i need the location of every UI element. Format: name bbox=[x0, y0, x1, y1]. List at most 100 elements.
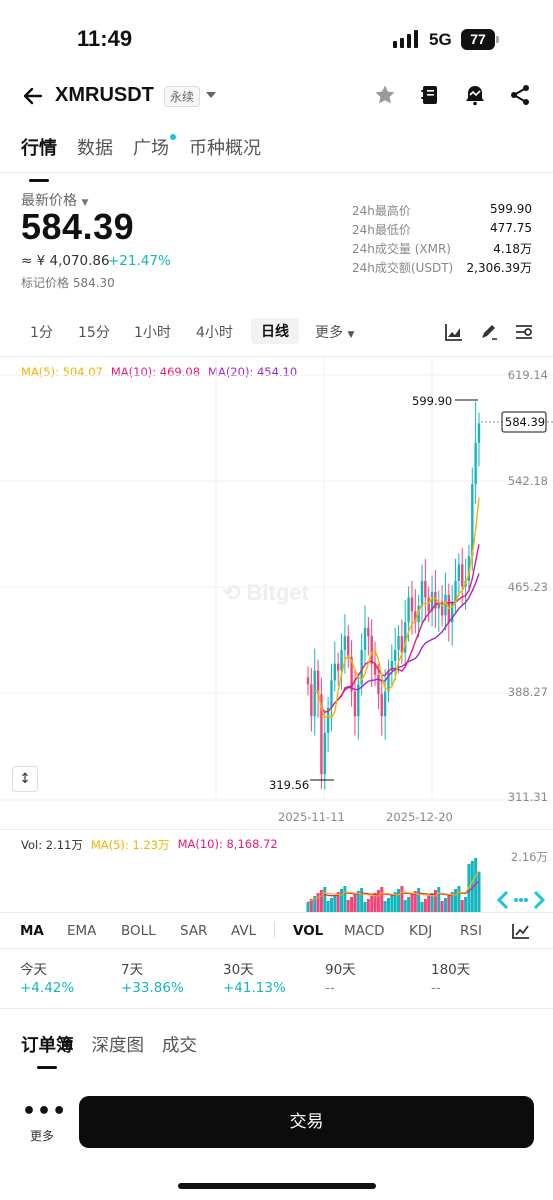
volume-bar bbox=[323, 887, 327, 912]
candle-body bbox=[370, 636, 373, 664]
perf-value: -- bbox=[325, 980, 335, 996]
perf-value: +33.86% bbox=[121, 980, 184, 996]
volume-bar bbox=[427, 896, 431, 912]
favorite-star-icon[interactable] bbox=[373, 83, 397, 107]
chart-settings-icon[interactable] bbox=[514, 322, 534, 342]
indicator-boll[interactable]: BOLL bbox=[121, 923, 156, 939]
perf-key: 30天 bbox=[223, 962, 254, 978]
y-axis-tick: 619.14 bbox=[507, 368, 548, 382]
back-arrow-icon[interactable] bbox=[21, 84, 45, 108]
candle-body bbox=[424, 580, 427, 598]
interval-1h[interactable]: 1小时 bbox=[134, 322, 171, 342]
watermark-logo: ⟲ Bitget bbox=[222, 580, 309, 606]
trade-button[interactable]: 交易 bbox=[79, 1096, 534, 1148]
candle-body bbox=[363, 627, 367, 650]
stat-key: 24h成交量 (XMR) bbox=[352, 242, 451, 256]
live-indicator-icon[interactable] bbox=[496, 888, 546, 912]
volume-bar bbox=[457, 886, 461, 912]
stat-row: 24h最高价 599.90 bbox=[352, 202, 532, 221]
candle-body bbox=[377, 674, 380, 695]
drawing-pen-icon[interactable] bbox=[479, 322, 499, 342]
candle-body bbox=[457, 564, 461, 581]
vertical-scale-icon[interactable]: ↕ bbox=[12, 766, 38, 792]
notebook-icon[interactable] bbox=[418, 83, 442, 107]
indicator-kdj[interactable]: KDJ bbox=[409, 923, 432, 939]
candle-body bbox=[427, 597, 430, 612]
candle-body bbox=[340, 649, 343, 671]
volume-bar bbox=[316, 893, 320, 912]
tab-trades[interactable]: 成交 bbox=[162, 1032, 197, 1057]
interval-1m[interactable]: 1分 bbox=[30, 322, 53, 342]
volume-bar bbox=[403, 900, 407, 912]
tab-coin-overview[interactable]: 币种概况 bbox=[189, 134, 261, 170]
volume-bar bbox=[390, 895, 394, 912]
volume-bar bbox=[443, 898, 447, 912]
volume-bar bbox=[366, 899, 370, 912]
pair-title[interactable]: XMRUSDT bbox=[55, 84, 154, 107]
volume-bar bbox=[397, 889, 401, 912]
status-bar: 11:49 5G 77 bbox=[0, 0, 553, 80]
stat-value: 2,306.39万 bbox=[466, 261, 532, 275]
stat-value: 599.90 bbox=[490, 202, 532, 216]
volume-bar bbox=[353, 894, 357, 912]
status-time: 11:49 bbox=[77, 26, 133, 51]
network-type: 5G bbox=[429, 30, 452, 49]
interval-more[interactable]: 更多 ▼ bbox=[315, 322, 354, 342]
tab-depth-chart[interactable]: 深度图 bbox=[92, 1032, 145, 1057]
stat-value: 4.18万 bbox=[493, 242, 532, 256]
candle-body bbox=[353, 691, 357, 717]
volume-bar bbox=[460, 900, 464, 912]
volume-bar bbox=[440, 901, 444, 912]
volume-bar bbox=[363, 902, 367, 912]
more-label: 更多 bbox=[29, 1129, 54, 1143]
volume-chart bbox=[306, 858, 481, 912]
volume-bar bbox=[383, 901, 387, 912]
indicator-settings-icon[interactable] bbox=[511, 922, 531, 940]
stat-key: 24h最高价 bbox=[352, 204, 411, 218]
more-button[interactable]: ••• 更多 bbox=[22, 1101, 66, 1149]
candle-body bbox=[383, 691, 387, 717]
volume-bar bbox=[376, 890, 380, 912]
current-price-label: 584.39 bbox=[504, 415, 546, 429]
share-icon[interactable] bbox=[508, 83, 532, 107]
volume-bar bbox=[319, 890, 323, 912]
interval-4h[interactable]: 4小时 bbox=[196, 322, 233, 342]
indicator-macd[interactable]: MACD bbox=[344, 923, 384, 939]
pair-dropdown-icon[interactable] bbox=[206, 92, 216, 98]
indicator-tabs: MA EMA BOLL SAR AVL VOL MACD KDJ RSI bbox=[0, 914, 553, 948]
high-marker: 599.90 bbox=[412, 394, 453, 408]
indicator-sar[interactable]: SAR bbox=[180, 923, 207, 939]
chart-type-icon[interactable] bbox=[444, 322, 464, 342]
indicator-vol[interactable]: VOL bbox=[293, 923, 323, 939]
perf-90d: 90天 -- bbox=[325, 958, 356, 996]
interval-15m[interactable]: 15分 bbox=[78, 322, 110, 342]
indicator-ema[interactable]: EMA bbox=[67, 923, 96, 939]
stat-row: 24h成交量 (XMR) 4.18万 bbox=[352, 240, 532, 259]
volume-bar bbox=[407, 897, 411, 912]
new-dot-badge bbox=[170, 134, 176, 140]
volume-bar bbox=[454, 889, 458, 912]
mark-price: 标记价格 584.30 bbox=[21, 276, 115, 290]
perf-value: +41.13% bbox=[223, 980, 286, 996]
interval-more-label: 更多 bbox=[315, 325, 343, 341]
volume-bar bbox=[329, 898, 333, 912]
y-axis-tick: 542.18 bbox=[507, 474, 548, 488]
candle-body bbox=[306, 677, 310, 685]
y-axis-tick: 311.31 bbox=[507, 790, 548, 804]
tab-data[interactable]: 数据 bbox=[77, 134, 113, 170]
alert-bell-icon[interactable] bbox=[463, 83, 487, 107]
divider bbox=[0, 912, 553, 913]
candle-body bbox=[393, 649, 397, 661]
stat-value: 477.75 bbox=[490, 221, 532, 235]
indicator-divider bbox=[274, 922, 275, 938]
tab-square[interactable]: 广场 bbox=[133, 134, 176, 170]
interval-1d[interactable]: 日线 bbox=[251, 318, 299, 344]
candle-body bbox=[330, 680, 333, 708]
tab-market[interactable]: 行情 bbox=[21, 134, 57, 182]
indicator-ma[interactable]: MA bbox=[20, 923, 44, 939]
indicator-avl[interactable]: AVL bbox=[231, 923, 256, 939]
stat-row: 24h最低价 477.75 bbox=[352, 221, 532, 240]
tab-orderbook[interactable]: 订单簿 bbox=[21, 1032, 74, 1069]
stat-key: 24h成交额(USDT) bbox=[352, 261, 454, 275]
indicator-rsi[interactable]: RSI bbox=[460, 923, 482, 939]
